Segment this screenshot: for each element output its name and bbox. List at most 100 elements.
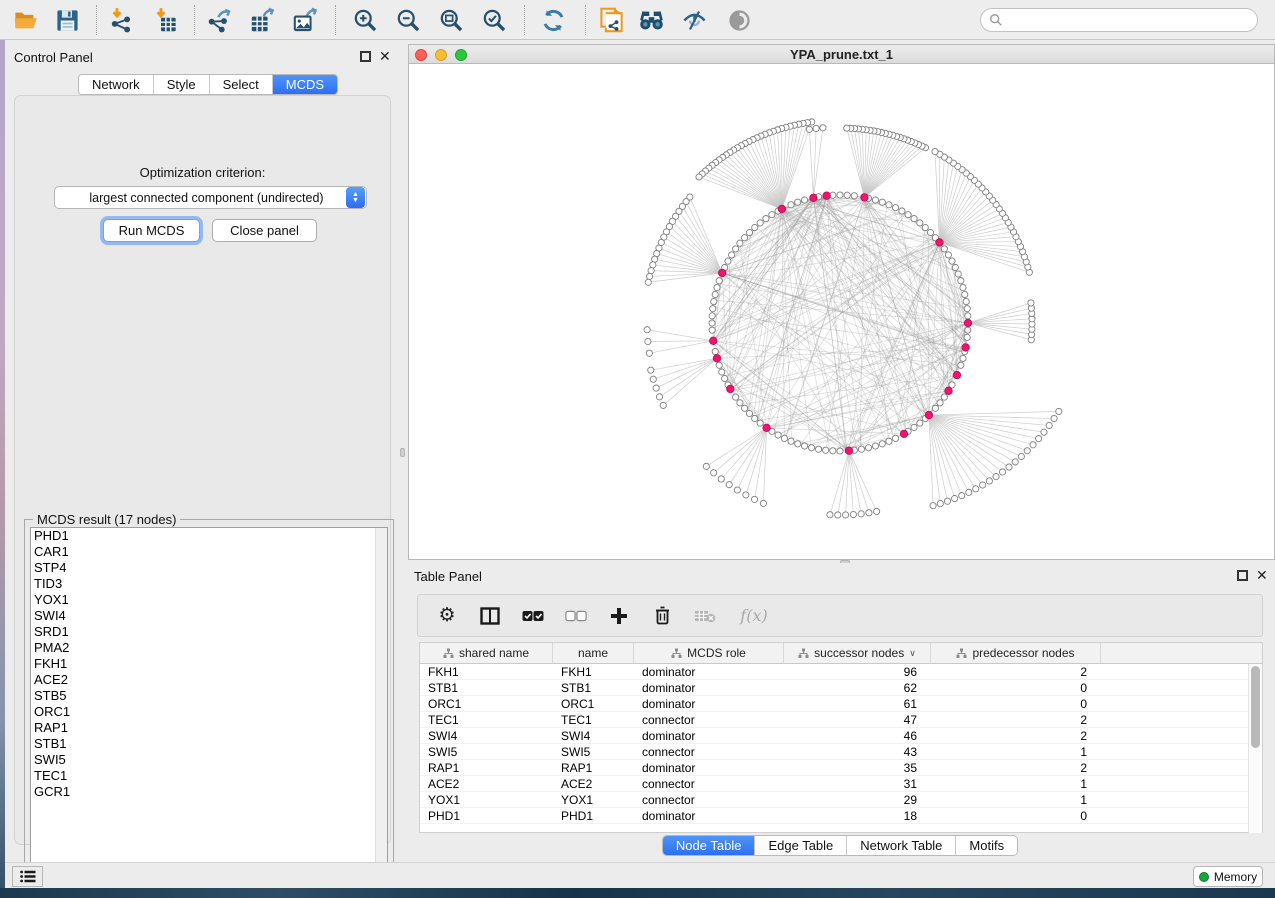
show-columns-icon[interactable]: [479, 605, 501, 627]
float-table-panel-icon[interactable]: [1237, 570, 1248, 581]
table-row[interactable]: RAP1RAP1dominator352: [420, 760, 1262, 776]
save-session-icon[interactable]: [52, 6, 82, 34]
list-item[interactable]: STB1: [31, 736, 387, 752]
column-header-MCDS-role[interactable]: MCDS role: [634, 643, 784, 663]
mcds-result-title: MCDS result (17 nodes): [33, 512, 180, 527]
list-item[interactable]: ORC1: [31, 704, 387, 720]
run-mcds-button[interactable]: Run MCDS: [103, 219, 200, 242]
table-row[interactable]: YOX1YOX1connector291: [420, 792, 1262, 808]
node-table: shared namenameMCDS rolesuccessor nodes∨…: [419, 642, 1263, 833]
tab-edge-table[interactable]: Edge Table: [755, 836, 847, 855]
table-row[interactable]: STB1STB1dominator620: [420, 680, 1262, 696]
toolbar-separator: [96, 5, 97, 35]
zoom-in-icon[interactable]: [350, 6, 380, 34]
toolbar-separator: [335, 5, 336, 35]
list-item[interactable]: SWI4: [31, 608, 387, 624]
list-item[interactable]: TEC1: [31, 768, 387, 784]
memory-label: Memory: [1214, 870, 1257, 884]
float-panel-icon[interactable]: [360, 51, 371, 62]
delete-table-icon[interactable]: [694, 605, 716, 627]
table-toolbar: ⚙ f(x): [417, 594, 1263, 637]
zoom-selected-icon[interactable]: [479, 6, 509, 34]
table-row[interactable]: SWI4SWI4dominator462: [420, 728, 1262, 744]
show-panels-menu-button[interactable]: [12, 866, 43, 887]
hide-graphics-details-icon[interactable]: [679, 6, 709, 34]
column-header-predecessor-nodes[interactable]: predecessor nodes: [931, 643, 1101, 663]
table-row[interactable]: TEC1TEC1connector472: [420, 712, 1262, 728]
control-panel-tabs: Network Style Select MCDS: [78, 74, 338, 95]
delete-row-icon[interactable]: [651, 605, 673, 627]
criterion-select[interactable]: largest connected component (undirected)…: [54, 186, 367, 209]
import-table-icon[interactable]: [150, 6, 180, 34]
tab-mcds[interactable]: MCDS: [273, 75, 337, 94]
table-scrollbar[interactable]: [1248, 664, 1262, 833]
list-item[interactable]: YOX1: [31, 592, 387, 608]
export-network-icon[interactable]: [204, 6, 234, 34]
network-window-title: YPA_prune.txt_1: [409, 47, 1274, 62]
list-item[interactable]: PMA2: [31, 640, 387, 656]
table-row[interactable]: ACE2ACE2connector311: [420, 776, 1262, 792]
share-document-icon[interactable]: [596, 6, 626, 34]
list-menu-icon: [20, 870, 36, 883]
list-item[interactable]: RAP1: [31, 720, 387, 736]
show-graphics-details-icon[interactable]: [724, 6, 754, 34]
list-item[interactable]: FKH1: [31, 656, 387, 672]
table-row[interactable]: PHD1PHD1dominator180: [420, 808, 1262, 824]
refresh-layout-icon[interactable]: [538, 6, 568, 34]
tab-select[interactable]: Select: [210, 75, 273, 94]
control-panel-title: Control Panel: [14, 50, 93, 65]
import-network-icon[interactable]: [106, 6, 136, 34]
mcds-list-scrollbar[interactable]: [375, 528, 387, 878]
tab-motifs[interactable]: Motifs: [956, 836, 1017, 855]
close-table-panel-icon[interactable]: ✕: [1256, 567, 1268, 584]
table-row[interactable]: FKH1FKH1dominator962: [420, 664, 1262, 680]
select-all-icon[interactable]: [522, 605, 544, 627]
list-item[interactable]: STB5: [31, 688, 387, 704]
criterion-selected-value: largest connected component (undirected): [55, 191, 346, 205]
table-scrollbar-thumb[interactable]: [1251, 666, 1260, 748]
network-graph[interactable]: [409, 64, 1274, 559]
function-builder-icon[interactable]: f(x): [737, 605, 771, 627]
node-table-body: FKH1FKH1dominator962STB1STB1dominator620…: [420, 664, 1262, 824]
column-header-name[interactable]: name: [553, 643, 634, 663]
node-tree-icon: [956, 648, 967, 659]
export-image-icon[interactable]: [290, 6, 320, 34]
list-item[interactable]: GCR1: [31, 784, 387, 800]
memory-button[interactable]: Memory: [1193, 866, 1263, 887]
list-item[interactable]: ACE2: [31, 672, 387, 688]
list-item[interactable]: SRD1: [31, 624, 387, 640]
settings-gear-icon[interactable]: ⚙: [436, 605, 458, 627]
find-icon[interactable]: [636, 6, 666, 34]
close-panel-icon[interactable]: ✕: [379, 48, 391, 65]
table-tabs: Node Table Edge Table Network Table Moti…: [662, 835, 1018, 856]
list-item[interactable]: PHD1: [31, 528, 387, 544]
list-item[interactable]: SWI5: [31, 752, 387, 768]
splitter-handle[interactable]: [400, 448, 405, 457]
tab-node-table[interactable]: Node Table: [663, 836, 756, 855]
node-table-header: shared namenameMCDS rolesuccessor nodes∨…: [420, 643, 1262, 664]
search-input-field[interactable]: [1003, 11, 1257, 29]
open-file-icon[interactable]: [10, 6, 40, 34]
list-item[interactable]: TID3: [31, 576, 387, 592]
column-header-shared-name[interactable]: shared name: [420, 643, 553, 663]
deselect-all-icon[interactable]: [565, 605, 587, 627]
list-item[interactable]: STP4: [31, 560, 387, 576]
tab-network[interactable]: Network: [79, 75, 154, 94]
list-item[interactable]: CAR1: [31, 544, 387, 560]
mcds-result-list[interactable]: PHD1CAR1STP4TID3YOX1SWI4SRD1PMA2FKH1ACE2…: [30, 527, 388, 879]
close-panel-button[interactable]: Close panel: [212, 219, 317, 242]
zoom-fit-icon[interactable]: [436, 6, 466, 34]
table-panel-title: Table Panel: [414, 569, 482, 584]
search-input[interactable]: [980, 8, 1258, 32]
tab-style[interactable]: Style: [154, 75, 210, 94]
add-row-icon[interactable]: [608, 605, 630, 627]
network-window-titlebar[interactable]: YPA_prune.txt_1: [409, 45, 1274, 64]
export-table-icon[interactable]: [247, 6, 277, 34]
tab-network-table[interactable]: Network Table: [847, 836, 956, 855]
table-row[interactable]: ORC1ORC1dominator610: [420, 696, 1262, 712]
column-header-successor-nodes[interactable]: successor nodes∨: [784, 643, 931, 663]
network-view-window: YPA_prune.txt_1: [408, 44, 1275, 560]
zoom-out-icon[interactable]: [393, 6, 423, 34]
network-canvas[interactable]: [409, 64, 1274, 559]
table-row[interactable]: SWI5SWI5connector431: [420, 744, 1262, 760]
